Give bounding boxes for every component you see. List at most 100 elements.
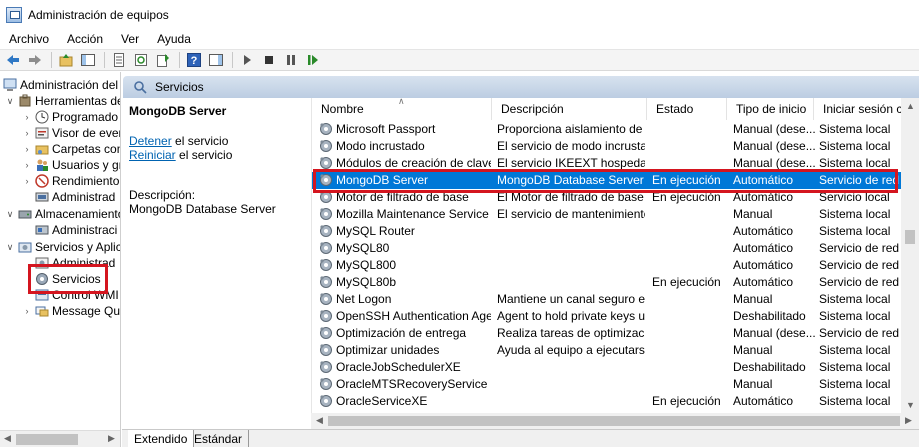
chevron-right-icon[interactable]: › (22, 144, 32, 154)
tree-item-message-queuing[interactable]: › Message Que (22, 303, 121, 319)
tree-item-wmi-control[interactable]: Control WMI (35, 287, 119, 303)
service-gear-icon (319, 156, 333, 170)
cell-log-on-as: Sistema local (819, 360, 891, 374)
tree-item-performance[interactable]: › Rendimiento (22, 173, 120, 189)
tree-item-computer-management[interactable]: Administración del e (3, 77, 120, 93)
column-header-name[interactable]: Nombre ∧ (312, 98, 492, 120)
table-row[interactable]: MySQL80 Automático Servicio de red (312, 240, 912, 257)
description-label: Descripción: (129, 188, 196, 202)
tree-item-storage[interactable]: ∨ Almacenamiento (5, 206, 121, 222)
chevron-right-icon[interactable]: › (22, 306, 32, 316)
tree-item-label: Almacenamiento (35, 207, 121, 221)
tree-item-device-manager[interactable]: Administrad (35, 189, 115, 205)
chevron-down-icon[interactable]: ∨ (5, 242, 15, 253)
table-row[interactable]: OpenSSH Authentication Agent Agent to hol… (312, 308, 912, 325)
table-row[interactable]: Módulos de creación de claves... El servi… (312, 155, 912, 172)
tree-item-shared-folders[interactable]: › Carpetas com (22, 141, 121, 157)
tree-item-event-viewer[interactable]: › Visor de ever (22, 125, 121, 141)
table-row[interactable]: MySQL Router Automático Sistema local (312, 223, 912, 240)
table-row[interactable]: MySQL80b En ejecución Automático Servicio d… (312, 274, 912, 291)
tab-extended[interactable]: Extendido (128, 430, 195, 447)
cell-status (652, 326, 728, 342)
scroll-down-icon[interactable]: ▼ (906, 400, 915, 410)
cell-log-on-as: Servicio de red (819, 326, 900, 340)
table-row[interactable]: MySQL800 Automático Servicio de red (312, 257, 912, 274)
tree-item-label: Administraci (52, 223, 118, 237)
chevron-down-icon[interactable]: ∨ (5, 209, 15, 220)
properties-icon[interactable] (109, 50, 129, 70)
menu-archivo[interactable]: Archivo (0, 32, 58, 46)
cell-name: Mozilla Maintenance Service (336, 207, 489, 221)
table-row[interactable]: OracleJobSchedulerXE Deshabilitado Sistema… (312, 359, 912, 376)
cell-status (652, 377, 728, 393)
table-row[interactable]: OracleMTSRecoveryService Manual Sistema lo… (312, 376, 912, 393)
action-pane-icon[interactable] (206, 50, 226, 70)
chevron-right-icon[interactable]: › (22, 160, 32, 170)
service-gear-icon (319, 394, 333, 408)
chevron-right-icon[interactable]: › (22, 128, 32, 138)
forward-arrow-icon[interactable] (25, 50, 45, 70)
tree-item-label: Message Que (52, 304, 121, 318)
table-row[interactable]: Mozilla Maintenance Service El servicio d… (312, 206, 912, 223)
restart-service-link[interactable]: Reiniciar (129, 148, 176, 162)
tree-item-disk-management[interactable]: Administraci (35, 222, 117, 238)
list-hscroll-thumb[interactable] (328, 416, 900, 426)
column-header-startup-type[interactable]: Tipo de inicio (727, 98, 814, 120)
menu-ayuda[interactable]: Ayuda (148, 32, 200, 46)
cell-name: Motor de filtrado de base (336, 190, 469, 204)
table-row[interactable]: Net Logon Mantiene un canal seguro e... Ma… (312, 291, 912, 308)
scroll-right-icon[interactable]: ▶ (905, 415, 912, 426)
start-service-icon[interactable] (237, 50, 257, 70)
clock-icon (35, 110, 49, 124)
refresh-icon[interactable] (131, 50, 151, 70)
stop-service-icon[interactable] (259, 50, 279, 70)
table-row[interactable]: MongoDB Server MongoDB Database Server En … (312, 172, 912, 189)
table-row[interactable]: Motor de filtrado de base El Motor de fil… (312, 189, 912, 206)
help-icon[interactable]: ? (184, 50, 204, 70)
column-header-status[interactable]: Estado (647, 98, 727, 120)
pause-service-icon[interactable] (281, 50, 301, 70)
service-gear-icon (319, 241, 333, 255)
chevron-right-icon[interactable]: › (22, 176, 32, 186)
table-row[interactable]: OracleServiceXE En ejecución Automático Sis… (312, 393, 912, 410)
menu-ver[interactable]: Ver (112, 32, 148, 46)
up-folder-icon[interactable] (56, 50, 76, 70)
tree-item-services[interactable]: Servicios (35, 271, 101, 287)
scroll-left-icon[interactable]: ◀ (316, 415, 323, 426)
menu-accion[interactable]: Acción (58, 32, 112, 46)
cell-status (652, 156, 728, 172)
scroll-up-icon[interactable]: ▲ (906, 101, 915, 111)
tree-item-routing-admin[interactable]: Administrad (35, 255, 115, 271)
tree-item-task-scheduler[interactable]: › Programado (22, 109, 119, 125)
list-vertical-scrollbar[interactable]: ▲ ▼ (901, 98, 919, 413)
service-gear-icon (319, 377, 333, 391)
cell-startup-type: Deshabilitado (733, 360, 806, 374)
tree-item-local-users[interactable]: › Usuarios y gr (22, 157, 121, 173)
tree-horizontal-scrollbar[interactable]: ◀ ▶ (0, 430, 120, 447)
list-horizontal-scrollbar[interactable]: ◀ ▶ (311, 413, 919, 429)
cell-log-on-as: Sistema local (819, 122, 891, 136)
cell-status: En ejecución (652, 173, 721, 187)
chevron-down-icon[interactable]: ∨ (5, 96, 15, 107)
scroll-right-icon[interactable]: ▶ (108, 433, 115, 444)
table-row[interactable]: Microsoft Passport Proporciona aislamient… (312, 121, 912, 138)
cell-startup-type: Automático (733, 258, 794, 272)
table-row[interactable]: Optimización de entrega Realiza tareas de… (312, 325, 912, 342)
list-scroll-thumb[interactable] (905, 230, 915, 244)
cell-startup-type: Deshabilitado (733, 309, 806, 323)
tree-item-system-tools[interactable]: ∨ Herramientas de (5, 93, 120, 109)
back-arrow-icon[interactable] (3, 50, 23, 70)
chevron-right-icon[interactable]: › (22, 112, 32, 122)
table-row[interactable]: Optimizar unidades Ayuda al equipo a ejec… (312, 342, 912, 359)
restart-service-icon[interactable] (303, 50, 323, 70)
table-row[interactable]: Modo incrustado El servicio de modo incru… (312, 138, 912, 155)
scroll-left-icon[interactable]: ◀ (4, 433, 11, 444)
tree-item-services-and-applications[interactable]: ∨ Servicios y Aplic (5, 239, 120, 255)
show-hide-tree-icon[interactable] (78, 50, 98, 70)
export-list-icon[interactable] (153, 50, 173, 70)
stop-service-link[interactable]: Detener (129, 134, 172, 148)
tree-scroll-thumb[interactable] (16, 434, 78, 445)
column-header-description[interactable]: Descripción (492, 98, 647, 120)
cell-status (652, 343, 728, 359)
tab-standard[interactable]: Estándar (188, 430, 250, 447)
